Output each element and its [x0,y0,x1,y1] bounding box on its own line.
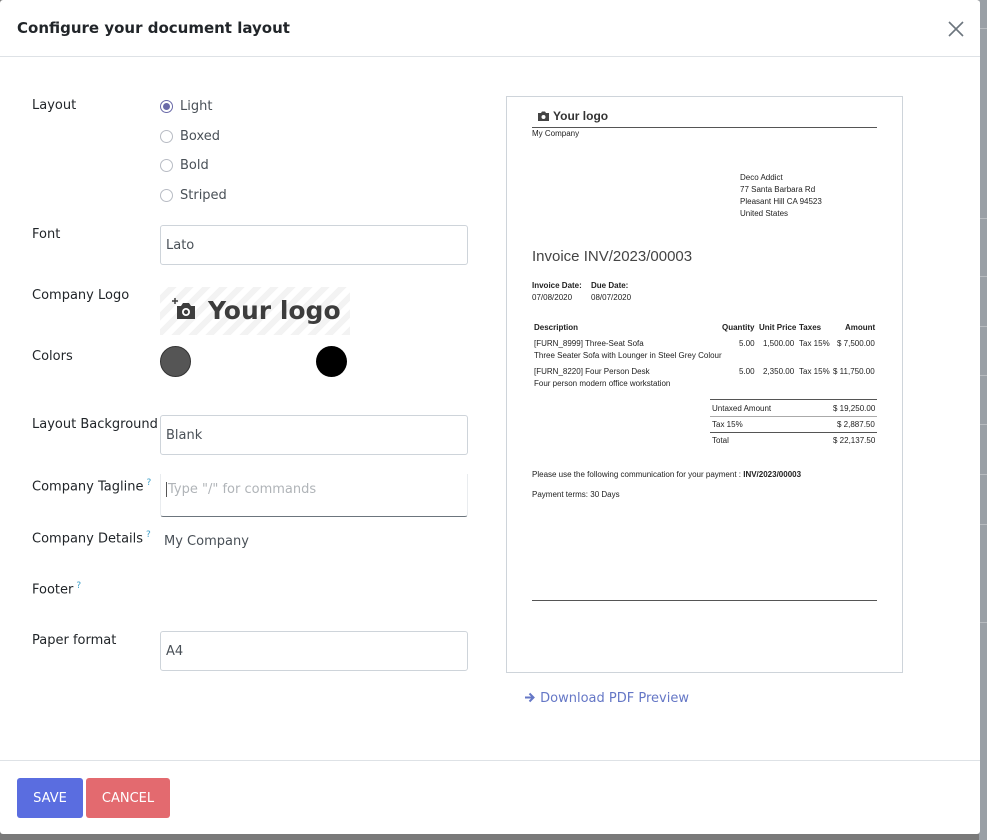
preview-address-line: Deco Addict [740,173,783,182]
preview-invoice-title: Invoice INV/2023/00003 [532,248,693,265]
preview-total-label: Untaxed Amount [712,404,772,413]
preview-line-amount: $ 11,750.00 [833,367,875,376]
camera-icon [538,111,549,121]
preview-due-date-label: Due Date: [591,281,629,290]
preview-line-taxes: Tax 15% [799,339,830,348]
preview-totals-rule [710,416,877,417]
company-tagline-label: Company Tagline? [32,478,151,494]
preview-totals-rule [710,399,877,400]
preview-line-quantity: 5.00 [739,339,755,348]
close-icon [948,21,964,37]
dialog-title: Configure your document layout [17,19,290,37]
company-tagline-label-text: Company Tagline [32,479,144,495]
layout-dialog: Configure your document layout Layout Li… [0,0,980,834]
layout-radio-light[interactable] [160,99,173,113]
preview-col-amount: Amount [845,323,876,332]
paper-format-select[interactable]: A4 [160,631,468,671]
company-details-label: Company Details? [32,530,151,546]
preview-total-value: $ 2,887.50 [837,420,875,429]
layout-option-label: Bold [180,157,209,173]
company-tagline-input[interactable]: Type "/" for commands [160,474,468,517]
paper-format-label: Paper format [32,633,117,648]
preview-invoice-date-label: Invoice Date: [532,281,582,290]
layout-label: Layout [32,98,77,113]
preview-line-amount: $ 7,500.00 [837,339,875,348]
arrow-right-icon [525,692,535,703]
layout-radio-striped[interactable] [160,188,173,202]
layout-radio-boxed[interactable] [160,129,173,143]
download-pdf-preview-label: Download PDF Preview [540,691,689,706]
layout-option-label: Boxed [180,128,221,144]
preview-line-note: Three Seater Sofa with Lounger in Steel … [534,351,722,360]
document-preview: Your logo My Company Deco Addict 77 Sant… [506,96,903,673]
preview-line-unit-price: 2,350.00 [763,367,795,376]
help-icon[interactable]: ? [76,581,81,591]
company-details-label-text: Company Details [32,531,144,547]
logo-placeholder-text: Your logo [208,296,341,325]
preview-total-value: $ 22,137.50 [833,436,876,445]
company-logo-label: Company Logo [32,288,130,303]
footer-label-text: Footer [32,582,74,598]
preview-line-note: Four person modern office workstation [534,379,671,388]
layout-option-light[interactable]: Light [160,97,212,115]
preview-header-rule [532,127,877,128]
preview-logo-text: Your logo [553,109,609,123]
dialog-footer: SAVE CANCEL [0,760,980,834]
preview-communication-text: Please use the following communication f… [532,470,744,479]
preview-line-taxes: Tax 15% [799,367,830,376]
help-icon[interactable]: ? [146,478,151,488]
save-button[interactable]: SAVE [17,778,83,818]
layout-background-label: Layout Background [32,417,158,432]
camera-add-icon [172,298,195,319]
footer-label: Footer? [32,581,81,597]
preview-address-line: Pleasant Hill CA 94523 [740,197,822,206]
cancel-button[interactable]: CANCEL [86,778,170,818]
preview-address-line: 77 Santa Barbara Rd [740,185,816,194]
preview-address-line: United States [740,209,789,218]
layout-option-striped[interactable]: Striped [160,186,227,204]
preview-company-name: My Company [532,129,580,138]
preview-footer-rule [532,600,877,601]
preview-line-description: [FURN_8999] Three-Seat Sofa [534,339,644,348]
layout-option-label: Striped [180,187,227,203]
preview-col-taxes: Taxes [799,323,822,332]
preview-total-label: Tax 15% [712,420,743,429]
preview-line-quantity: 5.00 [739,367,755,376]
footer-input[interactable] [160,574,468,604]
preview-total-value: $ 19,250.00 [833,404,876,413]
preview-col-quantity: Quantity [722,323,755,332]
company-logo-upload[interactable]: Your logo [160,287,350,335]
preview-invoice-date: 07/08/2020 [532,293,573,302]
colors-label: Colors [32,349,73,364]
layout-radio-bold[interactable] [160,158,173,172]
preview-line-description: [FURN_8220] Four Person Desk [534,367,650,376]
download-pdf-preview-link[interactable]: Download PDF Preview [524,691,689,706]
company-details-input[interactable]: My Company [164,534,249,549]
preview-line-unit-price: 1,500.00 [763,339,795,348]
secondary-color-picker[interactable] [316,346,347,377]
preview-due-date: 08/07/2020 [591,293,632,302]
layout-option-boxed[interactable]: Boxed [160,127,220,145]
tagline-placeholder: Type "/" for commands [166,482,317,497]
primary-color-picker[interactable] [160,346,191,377]
preview-col-unit-price: Unit Price [759,323,797,332]
preview-totals-rule [710,432,877,433]
layout-background-select[interactable]: Blank [160,415,468,455]
dialog-header: Configure your document layout [0,0,980,57]
backdrop [979,0,987,840]
preview-communication: Please use the following communication f… [532,469,801,481]
layout-option-bold[interactable]: Bold [160,156,209,174]
preview-communication-ref: INV/2023/00003 [743,470,802,479]
preview-col-description: Description [534,323,579,332]
help-icon[interactable]: ? [146,530,151,540]
preview-payment-terms: Payment terms: 30 Days [532,490,620,499]
font-select[interactable]: Lato [160,225,468,265]
layout-option-label: Light [180,98,213,114]
preview-total-label: Total [712,436,729,445]
close-button[interactable] [946,19,966,39]
font-label: Font [32,227,61,242]
